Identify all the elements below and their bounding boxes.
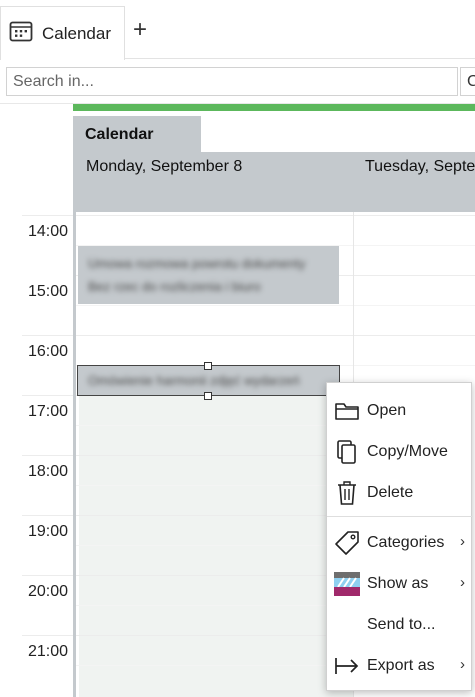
menu-item-label: Copy/Move (367, 443, 448, 460)
gutter-line (22, 635, 73, 636)
hour-label: 19:00 (27, 523, 68, 540)
menu-item-send-to[interactable]: Send to... (327, 605, 473, 645)
after-hours-area (79, 395, 356, 697)
slot-line (354, 335, 475, 336)
slot-line (76, 485, 353, 486)
slot-line (76, 635, 353, 636)
slot-line (354, 305, 475, 306)
slot-line (354, 275, 475, 276)
menu-item-open[interactable]: Open (327, 391, 473, 431)
slot-line (354, 365, 475, 366)
tab-bar: Calendar + (0, 0, 475, 60)
day-header-monday[interactable]: Monday, September 8 (86, 158, 242, 176)
search-bar: C (0, 60, 475, 104)
slot-line (76, 665, 353, 666)
chevron-right-icon: › (460, 656, 465, 673)
day-header-row: Monday, September 8 Tuesday, Septe (73, 152, 475, 212)
event-title: Umowa rozmowa powrotu dokumenty (88, 256, 306, 271)
slot-line (76, 605, 353, 606)
slot-line (76, 425, 353, 426)
tag-icon (327, 523, 367, 563)
folder-icon (327, 391, 367, 431)
export-arrow-icon (327, 646, 367, 686)
resize-handle-bottom[interactable] (204, 392, 212, 400)
menu-item-label: Delete (367, 484, 414, 501)
slot-line (76, 215, 353, 216)
calendar-icon (9, 20, 33, 47)
menu-item-copy-move[interactable]: Copy/Move (327, 432, 473, 472)
slot-line (354, 215, 475, 216)
slot-line (76, 545, 353, 546)
slot-line (76, 515, 353, 516)
chevron-right-icon: › (460, 533, 465, 550)
gutter-line (22, 395, 73, 396)
hour-label: 14:00 (27, 223, 68, 240)
menu-separator (327, 516, 473, 517)
tab-label: Calendar (42, 23, 111, 43)
slot-line (76, 305, 353, 306)
gutter-line (22, 455, 73, 456)
menu-item-label: Show as (367, 575, 429, 592)
hour-label: 16:00 (27, 343, 68, 360)
event-title: Bez rzec do rozliczenia i biuro (88, 279, 261, 294)
slot-line (354, 245, 475, 246)
tab-calendar[interactable]: Calendar (0, 6, 125, 60)
calendar-color-bar (73, 104, 475, 111)
chevron-right-icon: › (460, 574, 465, 591)
search-options-button[interactable]: C (460, 67, 475, 96)
calendar-event[interactable]: Umowa rozmowa powrotu dokumenty Bez rzec… (78, 246, 339, 304)
trash-icon (327, 473, 367, 513)
menu-item-export-as[interactable]: Export as › (327, 646, 473, 686)
menu-item-label: Categories (367, 534, 445, 551)
event-title: Omówienie harmonii zdjęć wydarzeń (88, 373, 300, 388)
gutter-line (22, 575, 73, 576)
resize-handle-top[interactable] (204, 362, 212, 370)
slot-line (76, 455, 353, 456)
slot-line (76, 335, 353, 336)
search-input[interactable] (6, 67, 458, 96)
menu-item-delete[interactable]: Delete (327, 473, 473, 513)
menu-item-label: Export as (367, 657, 435, 674)
gutter-line (22, 335, 73, 336)
show-as-icon (327, 564, 367, 604)
gutter-line (22, 515, 73, 516)
hour-label: 20:00 (27, 583, 68, 600)
day-header-tuesday[interactable]: Tuesday, Septe (365, 158, 475, 176)
calendar-name-header: Calendar (73, 116, 201, 153)
hour-label: 18:00 (27, 463, 68, 480)
hour-label: 17:00 (27, 403, 68, 420)
copy-icon (327, 432, 367, 472)
menu-item-categories[interactable]: Categories › (327, 523, 473, 563)
hour-label: 21:00 (27, 643, 68, 660)
menu-item-label: Send to... (367, 616, 436, 633)
gutter-line (22, 215, 73, 216)
add-tab-button[interactable]: + (133, 18, 147, 42)
context-menu: Open Copy/Move Delete Categories › Show … (326, 382, 473, 691)
menu-item-show-as[interactable]: Show as › (327, 564, 473, 604)
slot-line (76, 575, 353, 576)
menu-item-label: Open (367, 402, 407, 419)
hour-label: 15:00 (27, 283, 68, 300)
